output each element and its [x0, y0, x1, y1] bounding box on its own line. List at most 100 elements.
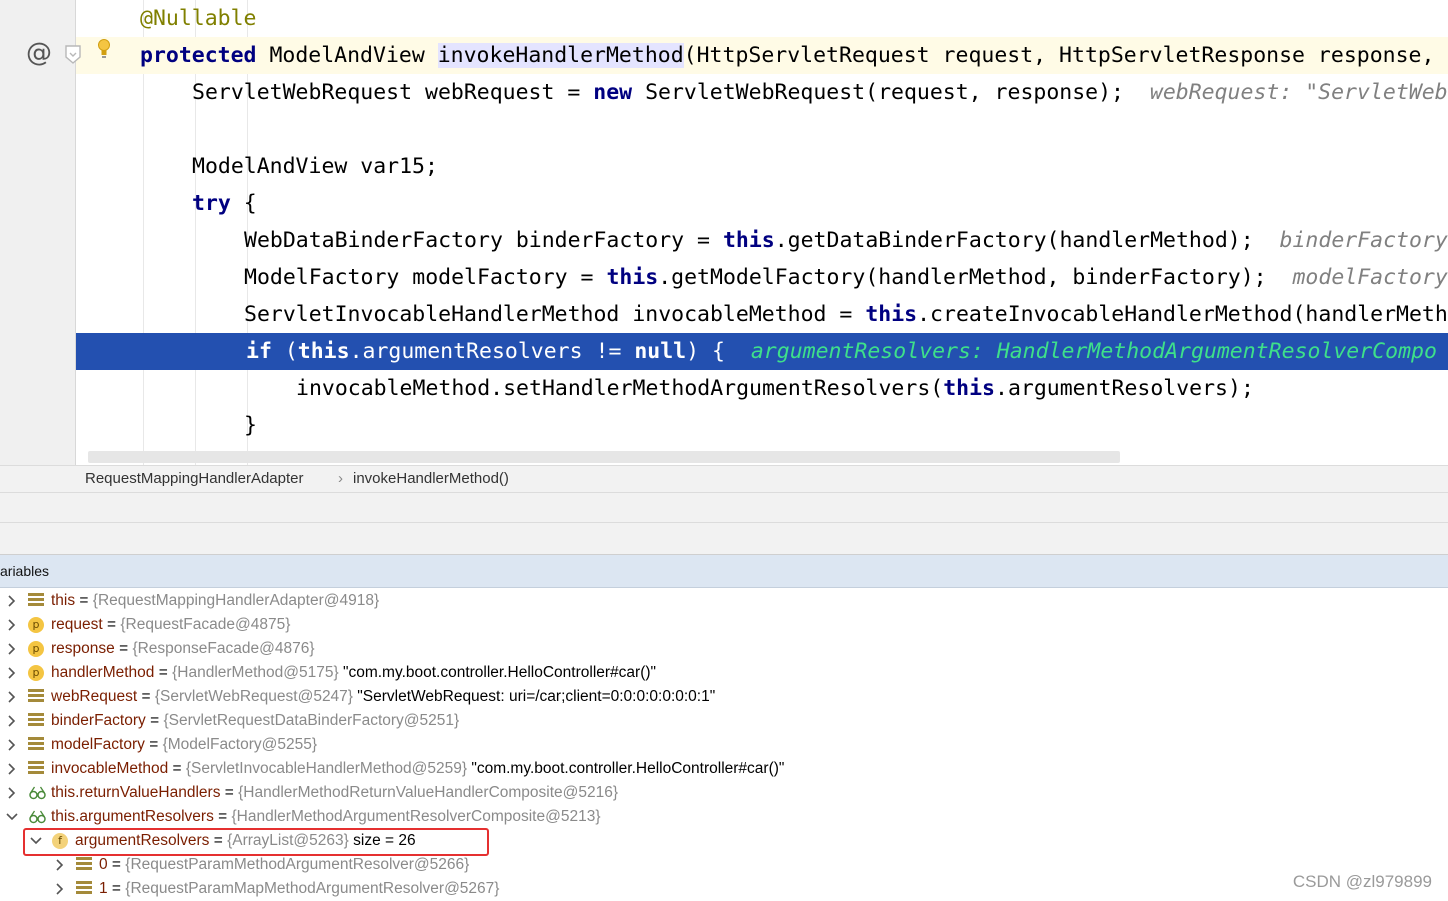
variable-row-1[interactable]: 1 = {RequestParamMapMethodArgumentResolv… [0, 877, 1448, 901]
chevron-right-icon[interactable] [4, 613, 20, 637]
code-line-invocable-method[interactable]: ServletInvocableHandlerMethod invocableM… [76, 296, 1448, 333]
variable-row-this-argumentResolvers[interactable]: this.argumentResolvers = {HandlerMethodA… [0, 805, 1448, 829]
breadcrumb-class[interactable]: RequestMappingHandlerAdapter [85, 470, 303, 487]
code-text: } [244, 407, 257, 444]
variable-text: 1 = {RequestParamMapMethodArgumentResolv… [99, 877, 499, 901]
code-text: WebDataBinderFactory binderFactory = thi… [244, 222, 1448, 259]
variable-name: request [51, 616, 103, 633]
code-token: this [297, 339, 350, 364]
variable-text: modelFactory = {ModelFactory@5255} [51, 733, 317, 757]
variable-string-value: "com.my.boot.controller.HelloController#… [467, 760, 785, 777]
debug-toolbar [0, 493, 1448, 523]
code-line-current-execution[interactable]: if (this.argumentResolvers != null) { ar… [76, 333, 1448, 370]
chevron-right-icon[interactable] [4, 733, 20, 757]
lightbulb-icon[interactable] [96, 38, 112, 60]
chevron-down-icon[interactable] [4, 805, 20, 829]
variable-value: {RequestMappingHandlerAdapter@4918} [92, 592, 380, 609]
code-token: .argumentResolvers); [995, 376, 1254, 401]
variable-row-binderFactory[interactable]: binderFactory = {ServletRequestDataBinde… [0, 709, 1448, 733]
variable-text: this = {RequestMappingHandlerAdapter@491… [51, 589, 379, 613]
variable-row-request[interactable]: p request = {RequestFacade@4875} [0, 613, 1448, 637]
variable-row-this[interactable]: this = {RequestMappingHandlerAdapter@491… [0, 589, 1448, 613]
field-icon [28, 737, 44, 753]
watermark: CSDN @zl979899 [1292, 872, 1432, 891]
chevron-right-icon[interactable] [52, 877, 68, 901]
code-line-signature[interactable]: protected ModelAndView invokeHandlerMeth… [76, 37, 1448, 74]
code-line-try[interactable]: try { [76, 185, 1448, 222]
equals-sign: = [154, 664, 173, 681]
code-token: WebDataBinderFactory binderFactory = [244, 228, 723, 253]
variable-value: {RequestParamMapMethodArgumentResolver@5… [125, 880, 500, 897]
chevron-right-icon[interactable] [52, 853, 68, 877]
variable-value: {HandlerMethod@5175} [172, 664, 339, 681]
equals-sign: = [114, 640, 133, 657]
equals-sign: = [220, 784, 239, 801]
inline-value-hint: webRequest: "ServletWeb [1149, 80, 1448, 105]
field-icon [28, 593, 44, 609]
code-token: ModelAndView var15; [192, 154, 438, 179]
inline-value-hint: modelFactory [1292, 265, 1448, 290]
chevron-right-icon[interactable] [4, 685, 20, 709]
variables-panel-header: ariables [0, 555, 1448, 588]
code-editor[interactable]: @Nullable protected ModelAndView invokeH… [0, 0, 1448, 465]
chevron-right-icon[interactable] [4, 781, 20, 805]
variable-string-value: "ServletWebRequest: uri=/car;client=0:0:… [352, 688, 716, 705]
variable-row-this-returnValueHandlers[interactable]: this.returnValueHandlers = {HandlerMetho… [0, 781, 1448, 805]
chevron-right-icon[interactable] [4, 661, 20, 685]
code-line-model-factory[interactable]: ModelFactory modelFactory = this.getMode… [76, 259, 1448, 296]
code-line-blank[interactable] [76, 111, 1448, 148]
variable-row-response[interactable]: p response = {ResponseFacade@4876} [0, 637, 1448, 661]
variable-row-modelFactory[interactable]: modelFactory = {ModelFactory@5255} [0, 733, 1448, 757]
code-line-annotation[interactable]: @Nullable [76, 0, 1448, 37]
equals-sign: = [107, 880, 126, 897]
variable-value: {ResponseFacade@4876} [132, 640, 315, 657]
equals-sign: = [213, 808, 232, 825]
code-line-set-resolvers[interactable]: invocableMethod.setHandlerMethodArgument… [76, 370, 1448, 407]
chevron-right-icon[interactable] [4, 709, 20, 733]
variable-row-handlerMethod[interactable]: p handlerMethod = {HandlerMethod@5175} "c… [0, 661, 1448, 685]
override-annotation-icon[interactable]: @ [26, 37, 52, 69]
chevron-right-icon[interactable] [4, 637, 20, 661]
highlight-annotation-box [23, 828, 489, 856]
code-token: ModelFactory modelFactory = [244, 265, 607, 290]
horizontal-scrollbar[interactable] [88, 451, 1120, 463]
code-token: this [943, 376, 995, 401]
variable-text: webRequest = {ServletWebRequest@5247} "S… [51, 685, 715, 709]
variable-row-webRequest[interactable]: webRequest = {ServletWebRequest@5247} "S… [0, 685, 1448, 709]
bookmark-shield-icon[interactable] [64, 45, 82, 65]
code-line-binder-factory[interactable]: WebDataBinderFactory binderFactory = thi… [76, 222, 1448, 259]
equals-sign: = [144, 736, 163, 753]
code-token: .getDataBinderFactory(handlerMethod); [774, 228, 1280, 253]
variable-name: this [51, 592, 76, 609]
variable-value: {HandlerMethodReturnValueHandlerComposit… [238, 784, 619, 801]
variable-value: {ServletWebRequest@5247} [154, 688, 353, 705]
variable-value: {ModelFactory@5255} [162, 736, 318, 753]
code-text: ServletInvocableHandlerMethod invocableM… [244, 296, 1448, 333]
variable-value: {RequestParamMethodArgumentResolver@5266… [125, 856, 470, 873]
code-text: ServletWebRequest webRequest = new Servl… [192, 74, 1448, 111]
code-token: } [244, 413, 257, 438]
code-token: ServletWebRequest(request, response); [632, 80, 1150, 105]
chevron-right-icon[interactable] [4, 757, 20, 781]
code-token: ) { [686, 339, 751, 364]
code-token: .argumentResolvers != [349, 339, 635, 364]
code-line-webrequest[interactable]: ServletWebRequest webRequest = new Servl… [76, 74, 1448, 111]
chevron-right-icon[interactable] [4, 589, 20, 613]
code-token: this [606, 265, 659, 290]
inline-value-hint: binderFactory [1279, 228, 1448, 253]
parameter-icon: p [28, 665, 44, 681]
code-token: .getModelFactory(handlerMethod, binderFa… [658, 265, 1293, 290]
code-token: invocableMethod.setHandlerMethodArgument… [296, 376, 944, 401]
code-token: ( [271, 339, 298, 364]
breadcrumb-method[interactable]: invokeHandlerMethod() [353, 470, 509, 487]
code-text: ModelFactory modelFactory = this.getMode… [244, 259, 1448, 296]
variable-row-invocableMethod[interactable]: invocableMethod = {ServletInvocableHandl… [0, 757, 1448, 781]
field-icon [28, 689, 44, 705]
code-line-var15[interactable]: ModelAndView var15; [76, 148, 1448, 185]
code-token: .createInvocableHandlerMethod(handlerMet… [917, 302, 1448, 327]
variable-row-0[interactable]: 0 = {RequestParamMethodArgumentResolver@… [0, 853, 1448, 877]
editor-gutter[interactable] [0, 0, 76, 465]
variable-name: 0 [99, 856, 108, 873]
code-line-close-brace[interactable]: } [76, 407, 1448, 444]
code-token: try [192, 191, 231, 216]
